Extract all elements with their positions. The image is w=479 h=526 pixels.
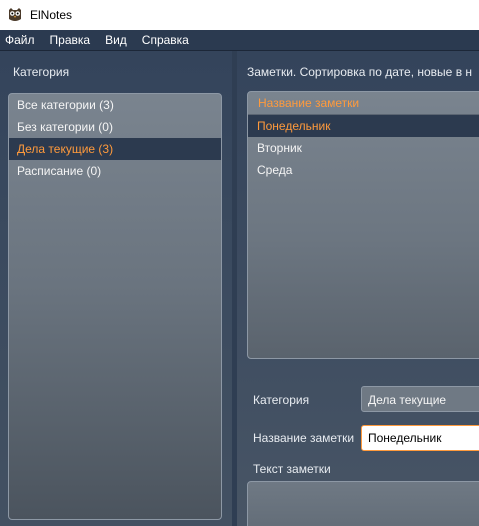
category-list[interactable]: Все категории (3) Без категории (0) Дела… [8,93,222,520]
note-name-input[interactable] [361,425,479,451]
note-name-label: Название заметки [253,431,355,445]
title-bar: ElNotes [0,0,479,30]
notes-list[interactable]: Название заметки Понедельник Вторник Сре… [247,91,479,359]
app-window: ElNotes Файл Правка Вид Справка Категори… [0,0,479,526]
category-item-uncategorized[interactable]: Без категории (0) [9,116,221,138]
category-combo[interactable]: Дела текущие [361,386,479,412]
menu-view[interactable]: Вид [105,33,127,47]
notes-column-header[interactable]: Название заметки [248,92,479,115]
category-panel: Категория Все категории (3) Без категори… [0,51,232,526]
notes-panel: Заметки. Сортировка по дате, новые в н Н… [237,51,479,526]
menu-edit[interactable]: Правка [50,33,91,47]
note-item-monday[interactable]: Понедельник [248,115,479,137]
owl-icon [7,7,23,23]
category-item-all[interactable]: Все категории (3) [9,94,221,116]
note-item-tuesday[interactable]: Вторник [248,137,479,159]
note-item-wednesday[interactable]: Среда [248,159,479,181]
category-item-current-tasks[interactable]: Дела текущие (3) [9,138,221,160]
category-item-schedule[interactable]: Расписание (0) [9,160,221,182]
menu-help[interactable]: Справка [142,33,189,47]
note-text-label: Текст заметки [253,462,331,476]
note-text-area[interactable] [247,481,479,526]
notes-panel-title: Заметки. Сортировка по дате, новые в н [247,65,473,79]
window-title: ElNotes [30,8,73,22]
menu-bar: Файл Правка Вид Справка [0,30,479,51]
category-field-label: Категория [253,393,310,407]
menu-file[interactable]: Файл [5,33,35,47]
category-panel-title: Категория [13,65,70,79]
